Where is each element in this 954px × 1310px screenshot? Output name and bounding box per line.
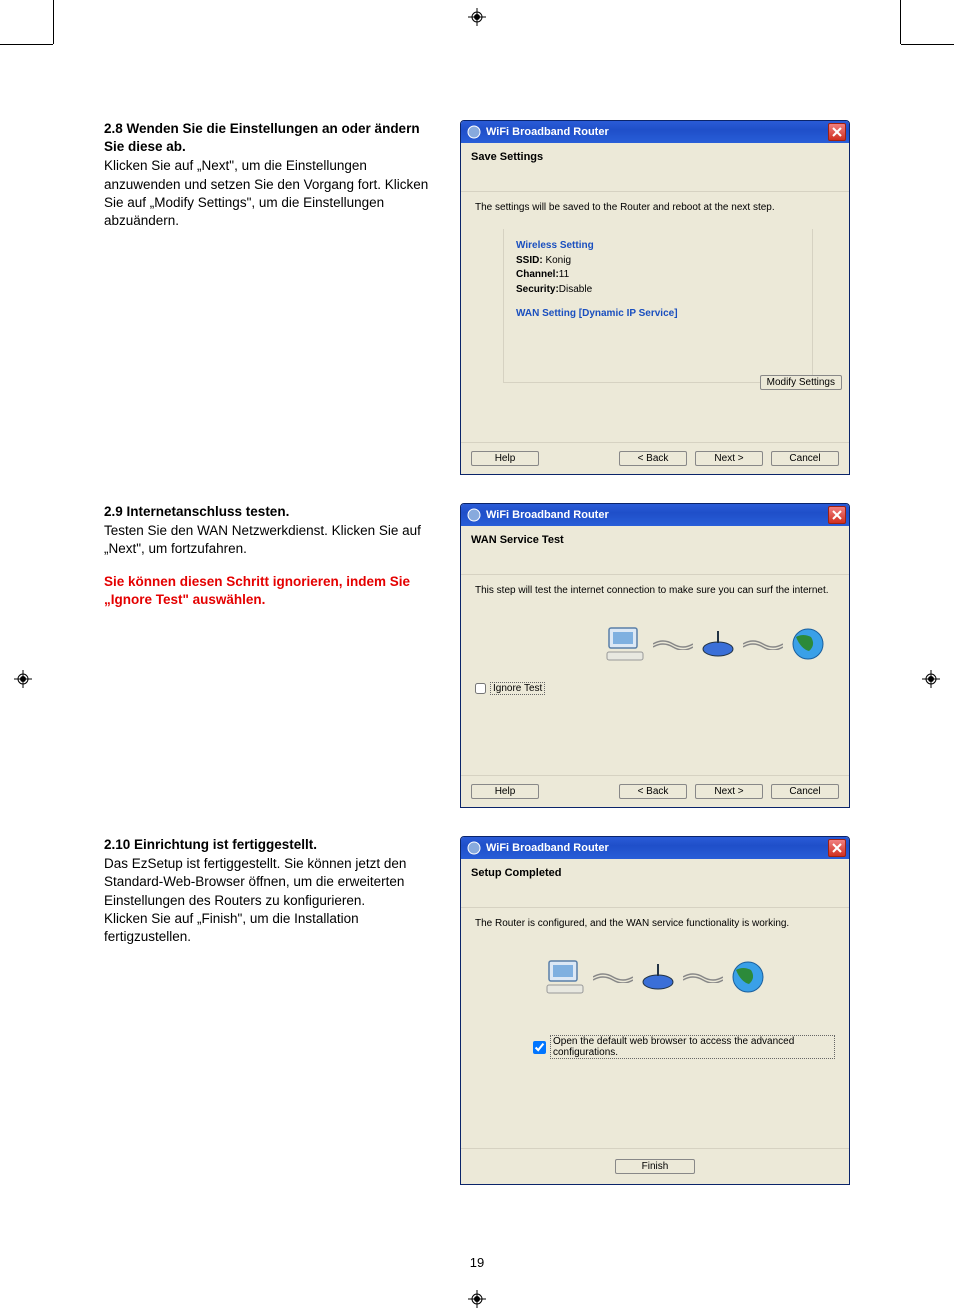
cancel-button[interactable]: Cancel <box>771 451 839 466</box>
dialog-section-title: WAN Service Test <box>461 526 849 575</box>
wan-setting-header: WAN Setting [Dynamic IP Service] <box>516 307 800 322</box>
dialog-title: WiFi Broadband Router <box>486 126 828 138</box>
registration-mark-icon <box>468 1290 486 1308</box>
section-warning: Sie können diesen Schritt ignorieren, in… <box>104 573 442 609</box>
security-value: Disable <box>559 284 592 295</box>
close-icon <box>832 843 842 853</box>
ssid-value: Konig <box>545 255 571 266</box>
link-icon <box>593 971 633 983</box>
channel-value: 11 <box>559 269 569 280</box>
computer-icon <box>605 626 645 662</box>
section-heading: 2.8 Wenden Sie die Einstellungen an oder… <box>104 120 442 156</box>
back-button[interactable]: < Back <box>619 451 687 466</box>
channel-label: Channel: <box>516 269 559 280</box>
registration-mark-icon <box>922 670 940 688</box>
link-icon <box>743 638 783 650</box>
registration-mark-icon <box>468 8 486 26</box>
modify-settings-button[interactable]: Modify Settings <box>760 375 842 390</box>
ssid-label: SSID: <box>516 255 543 266</box>
globe-icon <box>791 627 825 661</box>
back-button[interactable]: < Back <box>619 784 687 799</box>
section-body: Das EzSetup ist fertiggestellt. Sie könn… <box>104 855 442 946</box>
security-label: Security: <box>516 284 559 295</box>
dialog-title: WiFi Broadband Router <box>486 509 828 521</box>
link-icon <box>683 971 723 983</box>
section-body: Klicken Sie auf „Next", um die Einstellu… <box>104 157 442 230</box>
registration-mark-icon <box>14 670 32 688</box>
next-button[interactable]: Next > <box>695 784 763 799</box>
app-icon <box>467 841 481 855</box>
ignore-test-label: Ignore Test <box>490 682 545 695</box>
finish-button[interactable]: Finish <box>615 1159 695 1174</box>
ignore-test-checkbox[interactable] <box>475 683 486 694</box>
save-settings-dialog: WiFi Broadband Router Save Settings The … <box>460 120 850 475</box>
globe-icon <box>731 960 765 994</box>
app-icon <box>467 125 481 139</box>
page-number: 19 <box>0 1255 954 1270</box>
next-button[interactable]: Next > <box>695 451 763 466</box>
router-icon <box>701 629 735 659</box>
link-icon <box>653 638 693 650</box>
dialog-message: This step will test the internet connect… <box>475 585 835 596</box>
section-heading: 2.10 Einrichtung ist fertiggestellt. <box>104 836 442 854</box>
network-diagram <box>595 626 835 662</box>
open-browser-checkbox[interactable] <box>533 1041 546 1054</box>
router-icon <box>641 962 675 992</box>
open-browser-label: Open the default web browser to access t… <box>550 1035 835 1059</box>
dialog-message: The settings will be saved to the Router… <box>475 202 835 213</box>
setup-completed-dialog: WiFi Broadband Router Setup Completed Th… <box>460 836 850 1185</box>
app-icon <box>467 508 481 522</box>
help-button[interactable]: Help <box>471 784 539 799</box>
wireless-setting-header: Wireless Setting <box>516 239 800 254</box>
dialog-section-title: Setup Completed <box>461 859 849 908</box>
computer-icon <box>545 959 585 995</box>
wan-service-test-dialog: WiFi Broadband Router WAN Service Test T… <box>460 503 850 808</box>
section-heading: 2.9 Internetanschluss testen. <box>104 503 442 521</box>
dialog-section-title: Save Settings <box>461 143 849 192</box>
network-diagram <box>475 959 835 995</box>
close-icon <box>832 127 842 137</box>
close-button[interactable] <box>828 839 846 857</box>
dialog-title: WiFi Broadband Router <box>486 842 828 854</box>
cancel-button[interactable]: Cancel <box>771 784 839 799</box>
close-icon <box>832 510 842 520</box>
close-button[interactable] <box>828 506 846 524</box>
help-button[interactable]: Help <box>471 451 539 466</box>
section-body: Testen Sie den WAN Netzwerkdienst. Klick… <box>104 522 442 558</box>
close-button[interactable] <box>828 123 846 141</box>
dialog-message: The Router is configured, and the WAN se… <box>475 918 835 929</box>
